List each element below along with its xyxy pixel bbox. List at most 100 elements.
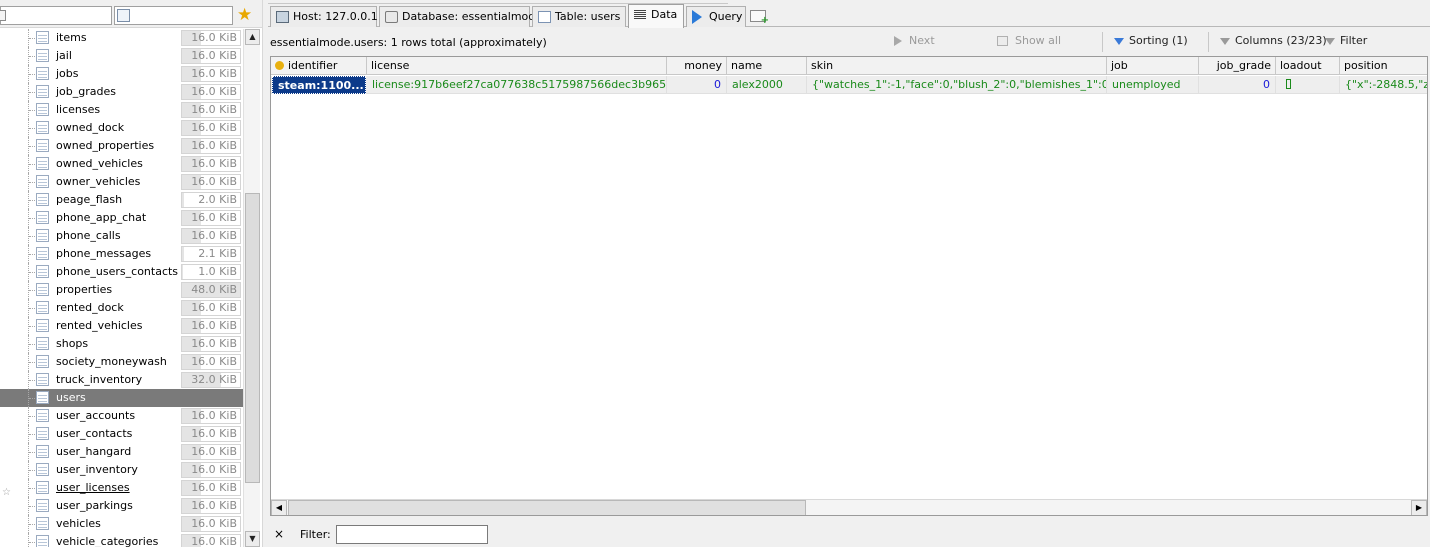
sidebar-item-user-contacts[interactable]: user_contacts 16.0 KiB <box>0 425 243 443</box>
cell-loadout[interactable] <box>1276 76 1340 94</box>
table-row[interactable]: steam:1100... license:917b6eef27ca077638… <box>271 76 1427 94</box>
cell-name[interactable]: alex2000 <box>727 76 807 94</box>
filter-input[interactable] <box>336 525 488 544</box>
scroll-down-arrow-icon[interactable]: ▼ <box>245 531 260 547</box>
table-icon <box>36 463 49 476</box>
tab-table[interactable]: Table: users <box>532 6 626 27</box>
cell-job-grade[interactable]: 0 <box>1199 76 1276 94</box>
table-size-badge: 48.0 KiB <box>181 282 241 298</box>
size-bar <box>182 193 184 207</box>
column-header-license[interactable]: license <box>367 57 667 75</box>
table-size-badge: 32.0 KiB <box>181 372 241 388</box>
table-size-label: 16.0 KiB <box>191 175 237 188</box>
scroll-left-arrow-icon[interactable]: ◀ <box>271 500 287 515</box>
sidebar-item-user-inventory[interactable]: user_inventory 16.0 KiB <box>0 461 243 479</box>
column-header-job[interactable]: job <box>1107 57 1199 75</box>
show-all-icon <box>997 36 1008 46</box>
sidebar-item-phone-messages[interactable]: phone_messages 2.1 KiB <box>0 245 243 263</box>
pin-star-icon[interactable]: ☆ <box>2 487 11 498</box>
tab-query[interactable]: Query <box>686 6 746 27</box>
sidebar-item-shops[interactable]: shops 16.0 KiB <box>0 335 243 353</box>
close-filter-icon[interactable]: × <box>274 527 284 541</box>
query-play-icon <box>692 10 702 24</box>
sidebar-item-vehicles[interactable]: vehicles 16.0 KiB <box>0 515 243 533</box>
sidebar-item-user-hangard[interactable]: user_hangard 16.0 KiB <box>0 443 243 461</box>
next-button[interactable]: Next <box>894 34 935 51</box>
sidebar-item-user-parkings[interactable]: user_parkings 16.0 KiB <box>0 497 243 515</box>
table-icon <box>36 283 49 296</box>
table-size-badge: 16.0 KiB <box>181 480 241 496</box>
table-size-badge: 16.0 KiB <box>181 498 241 514</box>
sidebar-item-user-accounts[interactable]: user_accounts 16.0 KiB <box>0 407 243 425</box>
tab-data[interactable]: Data <box>628 4 684 28</box>
sidebar-item-licenses[interactable]: licenses 16.0 KiB <box>0 101 243 119</box>
sidebar-item-users[interactable]: users <box>0 389 243 407</box>
sidebar-item-peage-flash[interactable]: peage_flash 2.0 KiB <box>0 191 243 209</box>
sidebar-item-rented-vehicles[interactable]: rented_vehicles 16.0 KiB <box>0 317 243 335</box>
columns-button[interactable]: Columns (23/23) <box>1220 34 1327 51</box>
tree-line <box>29 380 35 381</box>
size-bar <box>182 265 183 279</box>
favorites-star-icon[interactable]: ★ <box>237 6 252 24</box>
table-size-badge: 16.0 KiB <box>181 318 241 334</box>
sidebar-item-phone-app-chat[interactable]: phone_app_chat 16.0 KiB <box>0 209 243 227</box>
filter-button[interactable]: Filter <box>1325 34 1367 51</box>
cell-identifier[interactable]: steam:1100... <box>272 76 366 94</box>
sidebar-item-label: user_inventory <box>56 463 138 476</box>
column-header-position[interactable]: position <box>1340 57 1427 75</box>
sorting-funnel-icon <box>1114 38 1124 45</box>
show-all-button[interactable]: Show all <box>997 34 1061 51</box>
sidebar-item-truck-inventory[interactable]: truck_inventory 32.0 KiB <box>0 371 243 389</box>
toolbar-separator <box>1102 32 1103 52</box>
sidebar-item-owner-vehicles[interactable]: owner_vehicles 16.0 KiB <box>0 173 243 191</box>
scroll-up-arrow-icon[interactable]: ▲ <box>245 29 260 45</box>
sidebar-item-owned-properties[interactable]: owned_properties 16.0 KiB <box>0 137 243 155</box>
sidebar-item-jail[interactable]: jail 16.0 KiB <box>0 47 243 65</box>
scroll-thumb[interactable] <box>245 193 260 483</box>
column-header-loadout[interactable]: loadout <box>1276 57 1340 75</box>
column-header-name[interactable]: name <box>727 57 807 75</box>
column-header-label: identifier <box>288 59 338 72</box>
sidebar-item-vehicle-categories[interactable]: vehicle_categories 16.0 KiB <box>0 533 243 547</box>
cell-license[interactable]: license:917b6eef27ca077638c5175987566dec… <box>367 76 667 94</box>
new-query-tab-icon[interactable] <box>750 10 769 26</box>
database-icon <box>0 10 6 21</box>
table-icon <box>36 103 49 116</box>
sidebar-item-phone-users-contacts[interactable]: phone_users_contacts 1.0 KiB <box>0 263 243 281</box>
tab-host[interactable]: Host: 127.0.0.1 <box>270 6 378 27</box>
cell-job[interactable]: unemployed <box>1107 76 1199 94</box>
scroll-right-arrow-icon[interactable]: ▶ <box>1411 500 1427 515</box>
sidebar-item-label: user_accounts <box>56 409 136 422</box>
sorting-button[interactable]: Sorting (1) <box>1114 34 1188 51</box>
grid-horizontal-scrollbar[interactable]: ◀ ▶ <box>271 499 1427 515</box>
columns-button-label: Columns (23/23) <box>1235 34 1327 47</box>
scroll-thumb[interactable] <box>288 500 806 515</box>
sidebar-item-rented-dock[interactable]: rented_dock 16.0 KiB <box>0 299 243 317</box>
cell-skin[interactable]: {"watches_1":-1,"face":0,"blush_2":0,"bl… <box>807 76 1107 94</box>
sidebar-item-owned-dock[interactable]: owned_dock 16.0 KiB <box>0 119 243 137</box>
table-size-label: 16.0 KiB <box>191 103 237 116</box>
table-icon <box>36 229 49 242</box>
tree-line <box>29 452 35 453</box>
column-header-skin[interactable]: skin <box>807 57 1107 75</box>
table-size-label: 16.0 KiB <box>191 355 237 368</box>
cell-position[interactable]: {"x":-2848.5,"z <box>1340 76 1427 94</box>
tree-vertical-scrollbar[interactable]: ▲ ▼ <box>243 29 260 547</box>
table-filter-input[interactable] <box>114 6 233 25</box>
sidebar-item-jobs[interactable]: jobs 16.0 KiB <box>0 65 243 83</box>
sidebar-item-phone-calls[interactable]: phone_calls 16.0 KiB <box>0 227 243 245</box>
tab-database[interactable]: Database: essentialmode <box>379 6 542 27</box>
column-header-identifier[interactable]: identifier <box>271 57 367 75</box>
database-filter-input[interactable] <box>0 6 112 25</box>
sidebar-item-items[interactable]: items 16.0 KiB <box>0 29 243 47</box>
sidebar-item-user-licenses[interactable]: user_licenses 16.0 KiB <box>0 479 243 497</box>
table-icon <box>36 211 49 224</box>
column-header-money[interactable]: money <box>667 57 727 75</box>
sidebar-item-society-moneywash[interactable]: society_moneywash 16.0 KiB <box>0 353 243 371</box>
cell-money[interactable]: 0 <box>667 76 727 94</box>
sidebar-item-properties[interactable]: properties 48.0 KiB <box>0 281 243 299</box>
sidebar-item-owned-vehicles[interactable]: owned_vehicles 16.0 KiB <box>0 155 243 173</box>
table-icon <box>36 535 49 547</box>
column-header-job-grade[interactable]: job_grade <box>1199 57 1276 75</box>
sidebar-item-job-grades[interactable]: job_grades 16.0 KiB <box>0 83 243 101</box>
